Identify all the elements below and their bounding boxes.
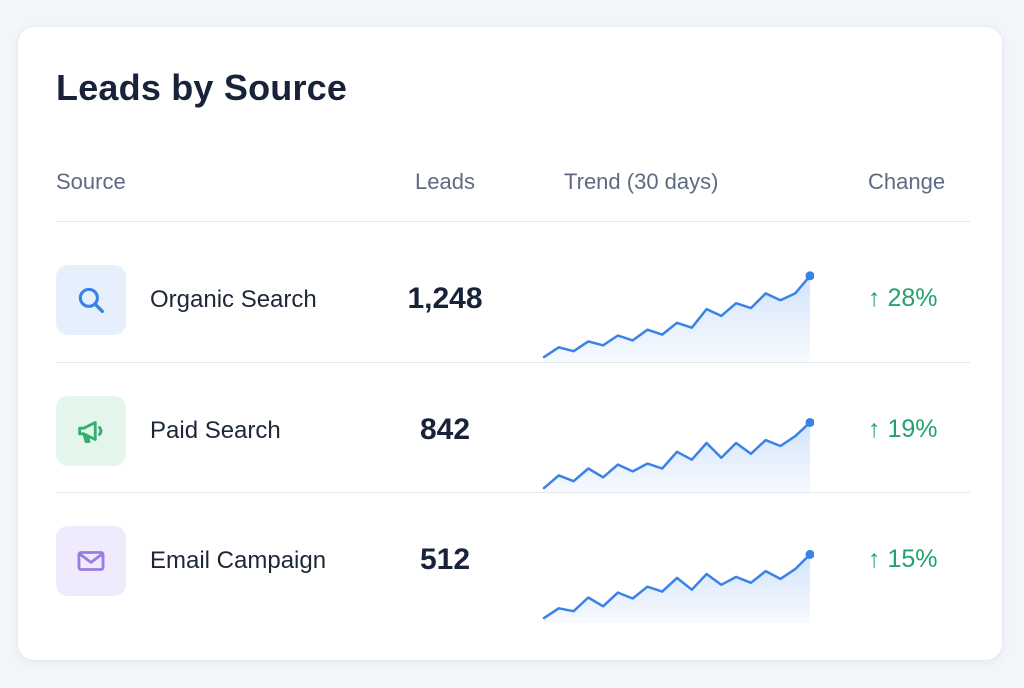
table-row[interactable]: Organic Search 1,248 ↑ 28%: [18, 232, 1002, 362]
table-row[interactable]: Paid Search 842 ↑ 19%: [18, 363, 1002, 493]
trend-area: [544, 422, 810, 493]
source-name: Organic Search: [150, 286, 317, 313]
leads-count: 1,248: [407, 282, 483, 315]
trend-area: [544, 554, 810, 623]
arrow-up-icon: ↑: [868, 415, 881, 443]
change-percent: 28%: [887, 284, 938, 312]
column-header-change: Change: [868, 169, 946, 194]
megaphone-icon: [78, 421, 103, 444]
source-name: Paid Search: [150, 417, 281, 444]
trend-sparkline: [542, 549, 814, 623]
arrow-up-icon: ↑: [868, 545, 881, 573]
column-header-trend: Trend (30 days): [564, 169, 719, 194]
change-value: ↑ 19%: [868, 415, 938, 444]
trend-sparkline: [542, 417, 814, 493]
leads-by-source-card: Leads by Source Source Leads Trend (30 d…: [18, 27, 1002, 660]
search-icon: [78, 287, 105, 314]
trend-area: [544, 275, 810, 362]
arrow-up-icon: ↑: [868, 284, 881, 312]
source-icon-tile: [56, 265, 126, 335]
trend-sparkline: [542, 271, 814, 362]
column-header-source: Source: [56, 169, 126, 194]
change-percent: 15%: [887, 545, 938, 573]
source-icon-tile: [56, 396, 126, 466]
leads-count: 842: [419, 413, 471, 446]
source-name: Email Campaign: [150, 547, 327, 574]
table-row[interactable]: Email Campaign 512 ↑ 15%: [18, 493, 1002, 623]
change-percent: 19%: [887, 415, 938, 443]
card-title: Leads by Source: [56, 67, 348, 108]
source-icon-tile: [56, 526, 126, 596]
change-value: ↑ 28%: [868, 284, 938, 313]
header-divider: [56, 221, 970, 222]
mail-icon: [77, 551, 105, 571]
change-value: ↑ 15%: [868, 545, 938, 574]
leads-count: 512: [419, 543, 471, 576]
column-header-leads: Leads: [415, 169, 475, 194]
